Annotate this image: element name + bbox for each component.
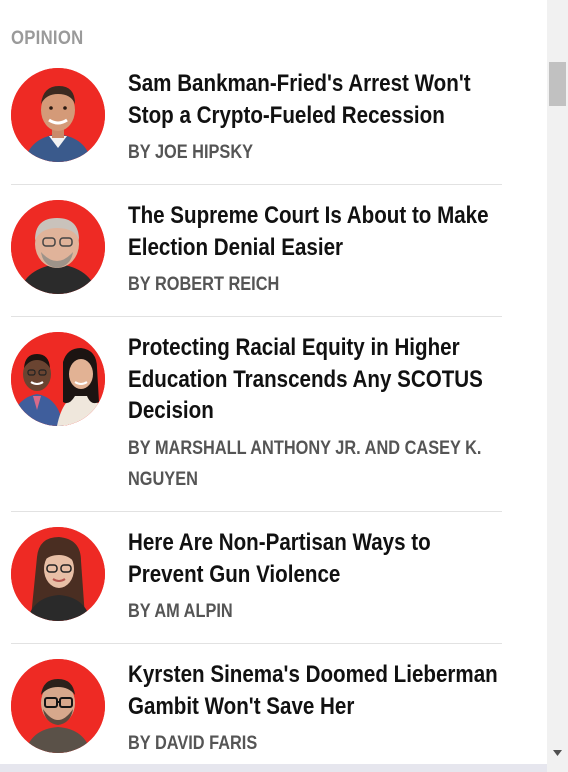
article-card[interactable]: The Supreme Court Is About to Make Elect… xyxy=(11,200,502,310)
author-avatar-icon[interactable] xyxy=(11,332,105,426)
article-card[interactable]: Here Are Non-Partisan Ways to Prevent Gu… xyxy=(11,527,502,637)
article-byline: BY JOE HIPSKY xyxy=(128,142,254,163)
article-card[interactable]: Kyrsten Sinema's Doomed Lieberman Gambit… xyxy=(11,659,502,769)
divider xyxy=(11,511,502,512)
article-headline[interactable]: The Supreme Court Is About to Make Elect… xyxy=(128,200,508,263)
divider xyxy=(11,316,502,317)
scrollbar-thumb[interactable] xyxy=(549,62,566,106)
article-headline[interactable]: Protecting Racial Equity in Higher Educa… xyxy=(128,332,508,427)
opinion-feed: OPINION Sam Bankman-Fried's Arrest Won't… xyxy=(0,0,547,772)
author-avatar-icon[interactable] xyxy=(11,200,105,294)
author-avatar-icon[interactable] xyxy=(11,527,105,621)
article-headline[interactable]: Sam Bankman-Fried's Arrest Won't Stop a … xyxy=(128,68,508,131)
article-card[interactable]: Protecting Racial Equity in Higher Educa… xyxy=(11,332,502,506)
section-label: OPINION xyxy=(11,28,84,49)
article-byline: BY MARSHALL ANTHONY JR. AND CASEY K. NGU… xyxy=(128,437,482,491)
article-byline: BY AM ALPIN xyxy=(128,601,233,622)
article-headline[interactable]: Here Are Non-Partisan Ways to Prevent Gu… xyxy=(128,527,508,590)
article-byline: BY DAVID FARIS xyxy=(128,733,258,754)
author-avatar-icon[interactable] xyxy=(11,659,105,753)
divider xyxy=(11,643,502,644)
article-card[interactable]: Sam Bankman-Fried's Arrest Won't Stop a … xyxy=(11,68,502,178)
article-byline: BY ROBERT REICH xyxy=(128,274,280,295)
article-headline[interactable]: Kyrsten Sinema's Doomed Lieberman Gambit… xyxy=(128,659,508,722)
vertical-scrollbar[interactable] xyxy=(547,0,568,772)
bottom-edge xyxy=(0,764,547,772)
author-avatar-icon[interactable] xyxy=(11,68,105,162)
scroll-down-arrow-icon[interactable] xyxy=(547,744,568,761)
divider xyxy=(11,184,502,185)
